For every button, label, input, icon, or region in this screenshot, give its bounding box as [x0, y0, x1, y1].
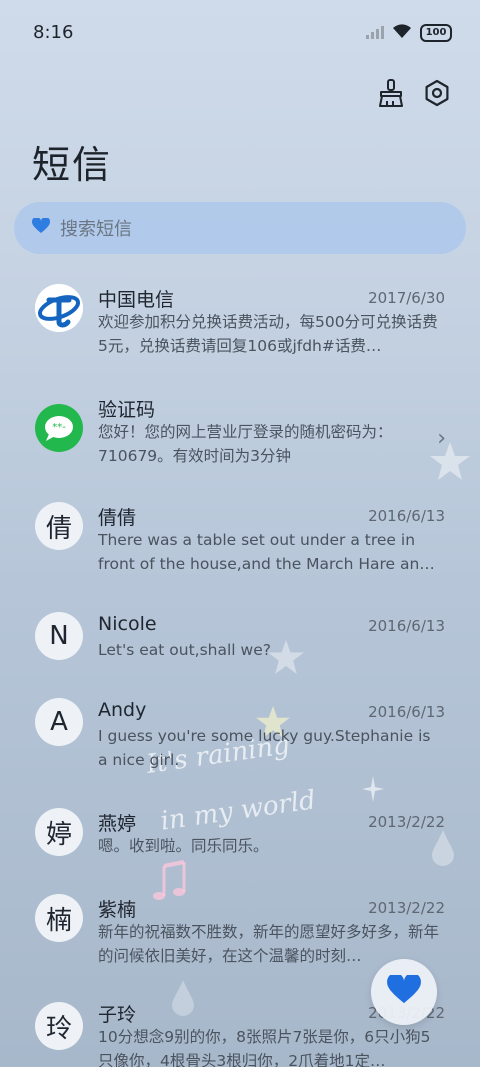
- avatar: A: [35, 698, 83, 746]
- conversation-name: 子玲: [98, 1004, 137, 1026]
- conversation-preview: 嗯。收到啦。同乐同乐。: [98, 837, 269, 855]
- compose-fab-button[interactable]: [371, 959, 437, 1025]
- message-bubble-icon: **-: [45, 416, 73, 441]
- conversation-preview: There was a table set out under a tree i…: [98, 531, 435, 573]
- conversation-name: 中国电信: [98, 289, 175, 311]
- wifi-icon: [392, 23, 412, 43]
- conversation-date: 2013/2/22: [368, 899, 445, 917]
- conversation-date: 2016/6/13: [368, 703, 445, 721]
- conversation-date: 2013/2/22: [368, 813, 445, 831]
- heart-icon: [31, 216, 51, 238]
- avatar: N: [35, 612, 83, 660]
- top-actions: [376, 78, 452, 108]
- avatar: 楠: [35, 894, 83, 942]
- status-time: 8:16: [33, 22, 74, 43]
- conversation-name: Nicole: [98, 613, 157, 635]
- conversation-item[interactable]: A Andy 2016/6/13 I guess you're some luc…: [0, 684, 480, 794]
- conversation-date: 2017/6/30: [368, 289, 445, 307]
- chevron-right-icon[interactable]: ›: [437, 426, 446, 451]
- conversation-name: 紫楠: [98, 899, 137, 921]
- conversation-name: 验证码: [98, 399, 156, 421]
- conversation-preview: 您好！您的网上营业厅登录的随机密码为：710679。有效时间为3分钟: [98, 423, 393, 465]
- status-bar: 8:16 100: [0, 0, 480, 64]
- conversation-item[interactable]: 倩 倩倩 2016/6/13 There was a table set out…: [0, 488, 480, 598]
- china-telecom-logo-icon: [35, 284, 83, 332]
- avatar: 玲: [35, 1002, 83, 1050]
- conversation-item[interactable]: 婷 燕婷 2013/2/22 嗯。收到啦。同乐同乐。: [0, 794, 480, 880]
- avatar: 婷: [35, 808, 83, 856]
- search-bar[interactable]: 搜索短信: [14, 202, 466, 254]
- status-icons: 100: [366, 23, 452, 43]
- conversation-item[interactable]: 中国电信 2017/6/30 欢迎参加积分兑换话费活动，每500分可兑换话费5元…: [0, 268, 480, 378]
- conversation-preview: Let's eat out,shall we?: [98, 641, 271, 659]
- heart-icon: [387, 973, 421, 1009]
- conversation-date: 2016/6/13: [368, 617, 445, 635]
- conversation-preview: I guess you're some lucky guy.Stephanie …: [98, 727, 431, 769]
- search-input[interactable]: 搜索短信: [60, 215, 132, 241]
- conversation-item[interactable]: N Nicole 2016/6/13 Let's eat out,shall w…: [0, 598, 480, 684]
- signal-icon: [366, 24, 384, 43]
- conversation-preview: 10分想念9别的你，8张照片7张是你，6只小狗5只像你，4根骨头3根归你，2爪着…: [98, 1028, 431, 1067]
- avatar: [35, 284, 83, 332]
- conversation-preview: 欢迎参加积分兑换话费活动，每500分可兑换话费5元，兑换话费请回复106或jfd…: [98, 313, 438, 355]
- svg-text:**-: **-: [52, 422, 66, 433]
- battery-icon: 100: [420, 24, 452, 42]
- conversation-name: Andy: [98, 699, 147, 721]
- clean-brush-icon[interactable]: [376, 78, 406, 108]
- avatar: 倩: [35, 502, 83, 550]
- settings-icon[interactable]: [422, 78, 452, 108]
- page-title: 短信: [32, 143, 113, 187]
- conversation-name: 倩倩: [98, 507, 137, 529]
- conversation-item[interactable]: **- 验证码 您好！您的网上营业厅登录的随机密码为：710679。有效时间为3…: [0, 378, 480, 488]
- avatar: **-: [35, 404, 83, 452]
- conversation-date: 2016/6/13: [368, 507, 445, 525]
- conversation-name: 燕婷: [98, 813, 137, 835]
